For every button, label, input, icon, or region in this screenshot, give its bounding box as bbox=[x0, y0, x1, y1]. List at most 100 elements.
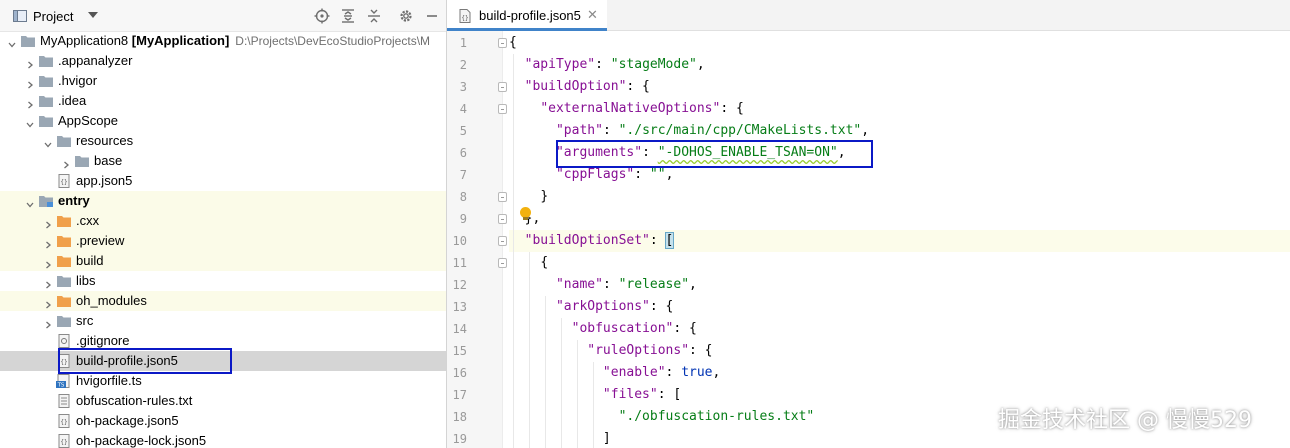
ts-file-icon: TS bbox=[56, 374, 72, 389]
line-number: 7 bbox=[459, 168, 467, 182]
tree-item[interactable]: base bbox=[0, 151, 446, 171]
indent-guide bbox=[529, 252, 530, 448]
tree-item[interactable]: .appanalyzer bbox=[0, 51, 446, 71]
tree-item[interactable]: oh_modules bbox=[0, 291, 446, 311]
tree-item[interactable]: .cxx bbox=[0, 211, 446, 231]
code-line[interactable]: { bbox=[509, 32, 1290, 54]
locate-target-icon[interactable] bbox=[314, 8, 330, 24]
code-line[interactable]: { bbox=[509, 252, 1290, 274]
tree-item[interactable]: AppScope bbox=[0, 111, 446, 131]
line-number: 12 bbox=[452, 278, 467, 292]
chevron-right-icon[interactable] bbox=[26, 57, 34, 69]
tree-item[interactable]: .hvigor bbox=[0, 71, 446, 91]
tree-item[interactable]: obfuscation-rules.txt bbox=[0, 391, 446, 411]
line-number-gutter: 1 2 3 4 5 6 7 8 9 10 11 12 13 14 15 16 17 18 19 bbox=[447, 31, 507, 448]
project-panel: Project MyApplication8 [MyApplication] D… bbox=[0, 0, 446, 448]
fold-marker-icon[interactable] bbox=[498, 104, 507, 114]
tree-item[interactable]: MyApplication8 [MyApplication] D:\Project… bbox=[0, 31, 446, 51]
chevron-right-icon[interactable] bbox=[26, 97, 34, 109]
gitignore-file-icon bbox=[56, 334, 72, 348]
folder-icon bbox=[38, 114, 54, 128]
expand-all-icon[interactable] bbox=[340, 8, 356, 24]
tree-item[interactable]: {} app.json5 bbox=[0, 171, 446, 191]
line-number: 16 bbox=[452, 366, 467, 380]
tree-item[interactable]: src bbox=[0, 311, 446, 331]
tree-item-label: .hvigor bbox=[58, 73, 98, 88]
tree-item[interactable]: libs bbox=[0, 271, 446, 291]
code-area[interactable]: { "apiType": "stageMode", "buildOption":… bbox=[509, 31, 1290, 448]
tree-item-label: src bbox=[76, 313, 94, 328]
code-line[interactable]: "buildOption": { bbox=[509, 76, 1290, 98]
svg-text:{}: {} bbox=[60, 179, 67, 186]
code-line[interactable]: "obfuscation": { bbox=[509, 318, 1290, 340]
chevron-right-icon[interactable] bbox=[26, 77, 34, 89]
orange-folder-icon bbox=[56, 234, 72, 248]
chevron-down-icon[interactable] bbox=[88, 12, 98, 18]
json-file-icon: {} bbox=[459, 9, 471, 23]
code-line[interactable]: } bbox=[509, 186, 1290, 208]
folder-icon bbox=[74, 154, 90, 168]
folder-icon bbox=[38, 54, 54, 68]
line-number: 15 bbox=[452, 344, 467, 358]
chevron-right-icon[interactable] bbox=[62, 157, 70, 169]
highlight-box-arguments bbox=[556, 140, 873, 168]
fold-marker-icon[interactable] bbox=[498, 38, 507, 48]
code-editor: {} build-profile.json5 ✕ 1 2 3 4 5 6 7 8 9 10 11 12… bbox=[447, 0, 1290, 448]
code-line[interactable]: "enable": true, bbox=[509, 362, 1290, 384]
line-number: 19 bbox=[452, 432, 467, 446]
fold-marker-icon[interactable] bbox=[498, 214, 507, 224]
text-file-icon bbox=[56, 394, 72, 408]
tree-item[interactable]: {} oh-package-lock.json5 bbox=[0, 431, 446, 448]
tree-item-label: build bbox=[76, 253, 104, 268]
chevron-right-icon[interactable] bbox=[44, 217, 52, 229]
lightbulb-icon[interactable] bbox=[520, 207, 531, 220]
chevron-down-icon[interactable] bbox=[44, 137, 52, 148]
chevron-right-icon[interactable] bbox=[44, 257, 52, 269]
line-number: 17 bbox=[452, 388, 467, 402]
svg-text:{}: {} bbox=[60, 419, 67, 426]
code-line[interactable]: "apiType": "stageMode", bbox=[509, 54, 1290, 76]
code-line[interactable]: "name": "release", bbox=[509, 274, 1290, 296]
chevron-down-icon[interactable] bbox=[26, 197, 34, 208]
watermark: 掘金技术社区 @ 慢慢529 bbox=[998, 408, 1252, 433]
indent-guide bbox=[513, 54, 514, 448]
collapse-all-icon[interactable] bbox=[366, 8, 382, 24]
svg-text:TS: TS bbox=[57, 383, 65, 389]
panel-title[interactable]: Project bbox=[33, 9, 73, 24]
code-line[interactable]: "externalNativeOptions": { bbox=[509, 98, 1290, 120]
line-number: 18 bbox=[452, 410, 467, 424]
close-icon[interactable]: ✕ bbox=[587, 7, 598, 23]
orange-folder-icon bbox=[56, 254, 72, 268]
chevron-right-icon[interactable] bbox=[44, 237, 52, 249]
code-line[interactable]: "arkOptions": { bbox=[509, 296, 1290, 318]
fold-marker-icon[interactable] bbox=[498, 258, 507, 268]
folder-icon bbox=[38, 94, 54, 108]
code-line[interactable]: "path": "./src/main/cpp/CMakeLists.txt", bbox=[509, 120, 1290, 142]
gear-icon[interactable] bbox=[398, 8, 414, 24]
line-number: 1 bbox=[459, 36, 467, 50]
tree-item[interactable]: .preview bbox=[0, 231, 446, 251]
fold-marker-icon[interactable] bbox=[498, 82, 507, 92]
tree-item[interactable]: resources bbox=[0, 131, 446, 151]
tree-item[interactable]: .idea bbox=[0, 91, 446, 111]
code-line[interactable]: }, bbox=[509, 208, 1290, 230]
chevron-right-icon[interactable] bbox=[44, 317, 52, 329]
minimize-icon[interactable] bbox=[424, 8, 440, 24]
code-line[interactable]: "buildOptionSet": [ bbox=[509, 230, 1290, 252]
tree-item[interactable]: TS hvigorfile.ts bbox=[0, 371, 446, 391]
code-line[interactable]: "ruleOptions": { bbox=[509, 340, 1290, 362]
fold-marker-icon[interactable] bbox=[498, 192, 507, 202]
tree-item[interactable]: entry bbox=[0, 191, 446, 211]
chevron-right-icon[interactable] bbox=[44, 297, 52, 309]
chevron-down-icon[interactable] bbox=[8, 37, 16, 48]
chevron-down-icon[interactable] bbox=[26, 117, 34, 128]
editor-tabbar: {} build-profile.json5 ✕ bbox=[447, 0, 1290, 31]
fold-marker-icon[interactable] bbox=[498, 236, 507, 246]
tree-item[interactable]: {} oh-package.json5 bbox=[0, 411, 446, 431]
tree-item-label: libs bbox=[76, 273, 96, 288]
orange-folder-icon bbox=[56, 294, 72, 308]
tree-item[interactable]: build bbox=[0, 251, 446, 271]
chevron-right-icon[interactable] bbox=[44, 277, 52, 289]
tab-build-profile[interactable]: {} build-profile.json5 ✕ bbox=[447, 0, 607, 31]
tree-item-label: .gitignore bbox=[76, 333, 130, 348]
